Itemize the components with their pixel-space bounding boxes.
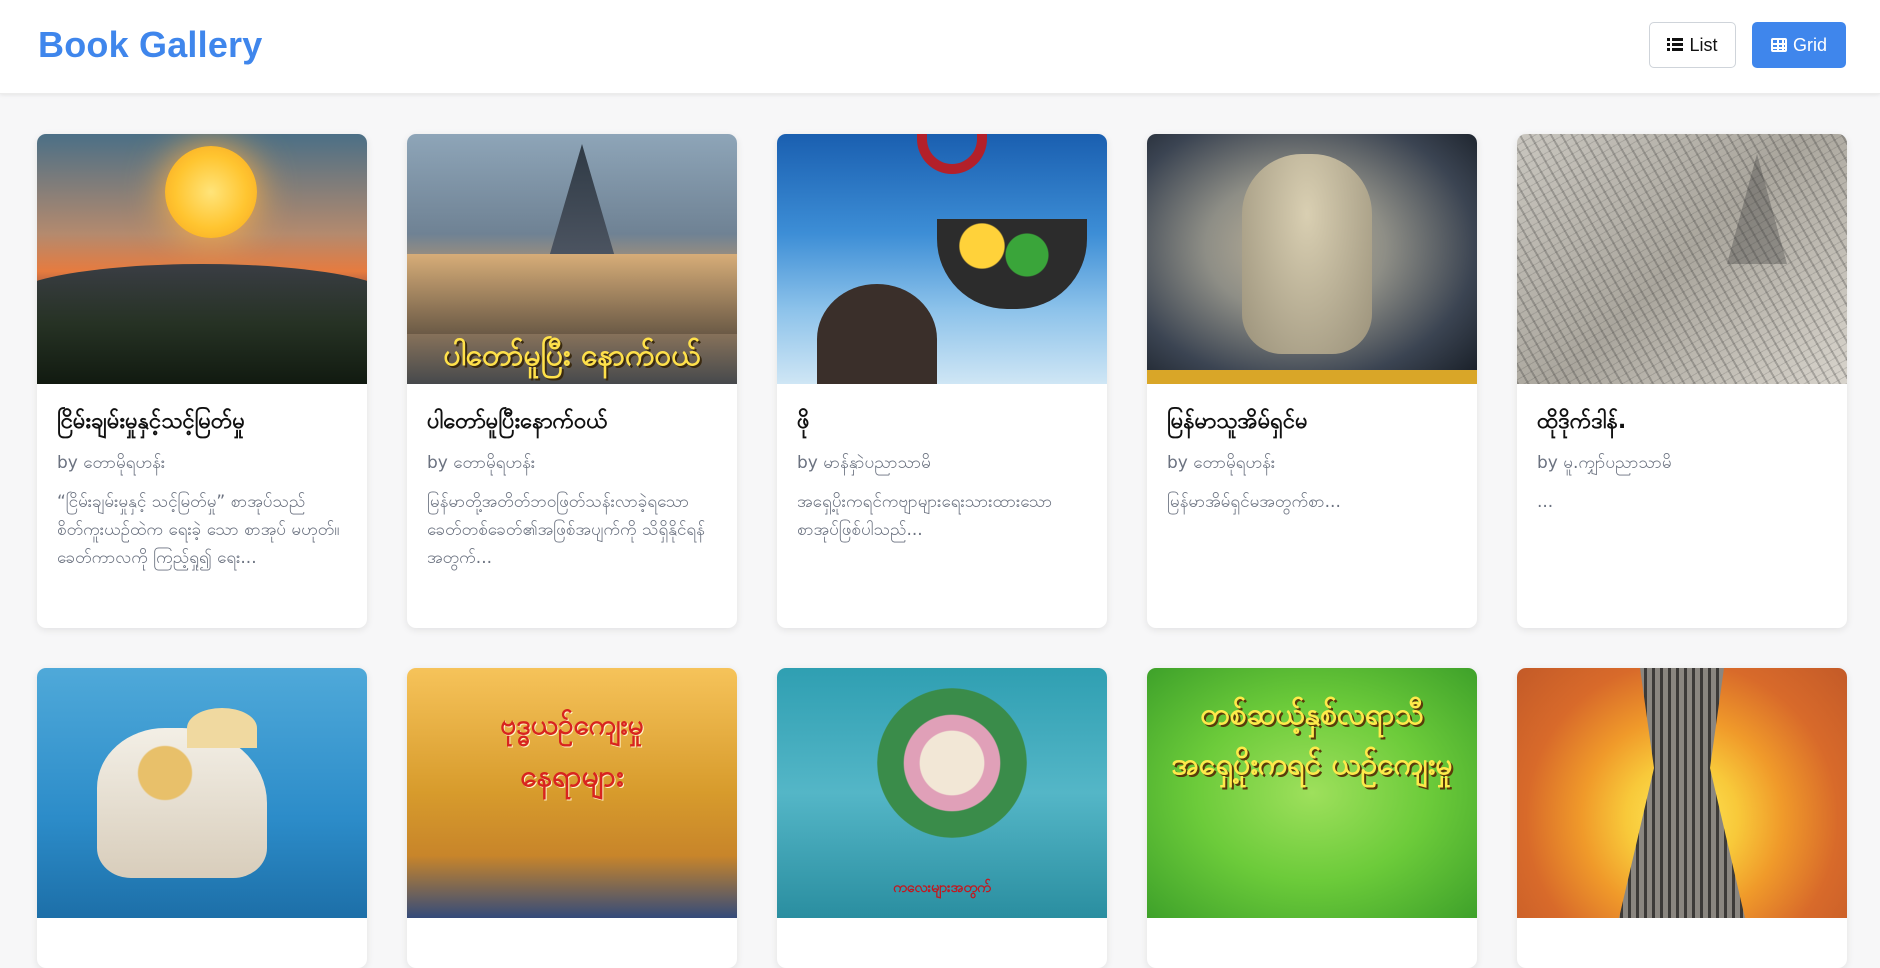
book-author: by တောမိုရဟန်း (427, 453, 536, 473)
book-cover[interactable] (1517, 134, 1847, 384)
book-cover[interactable] (1517, 668, 1847, 918)
sun-illustration (165, 146, 257, 238)
book-card[interactable]: ထိုဒိုက်ဒါန်. by မူ.ကျှာ်ပညာသာမိ ... (1517, 134, 1847, 628)
book-title[interactable]: မြန်မာသူအိမ်ရှင်မ (1167, 406, 1462, 439)
book-cover[interactable] (37, 134, 367, 384)
book-card[interactable] (37, 668, 367, 968)
book-card[interactable]: ဖို by မာန်နှာဲပညာသာမိ အရှေ့ပိုးကရင်ကဗျာ… (777, 134, 1107, 628)
book-cover[interactable] (777, 134, 1107, 384)
mother-child-illustration (1242, 154, 1372, 354)
book-cover[interactable] (1147, 134, 1477, 384)
book-description: ... (1537, 492, 1554, 512)
book-card[interactable]: ပါတော်မူပြီး နောက်ဝယ် ပါတော်မူပြီးနောက်ဝ… (407, 134, 737, 628)
book-card[interactable]: ဗုဒ္ဓယဉ်ကျေးမှု နေရာများ (407, 668, 737, 968)
book-card[interactable] (1517, 668, 1847, 968)
book-title[interactable]: ငြိမ်းချမ်းမှုနှင့်သင့်မြတ်မှု (57, 406, 352, 439)
book-author: by မာန်နှာဲပညာသာမိ (797, 453, 931, 473)
umbrella-illustration (187, 708, 257, 748)
horse-rider-illustration (97, 728, 267, 878)
book-author: by တောမိုရဟန်း (1167, 453, 1276, 473)
hill-illustration (37, 264, 367, 384)
cover-title-text: ဗုဒ္ဓယဉ်ကျေးမှု (500, 708, 644, 741)
book-description: မြန်မာတို့အတိတ်ဘဝဖြတ်သန်းလာခဲ့ရသောခေတ်တစ… (427, 492, 705, 568)
palace-illustration (547, 144, 617, 264)
book-cover[interactable]: ဗုဒ္ဓယဉ်ကျေးမှု နေရာများ (407, 668, 737, 918)
book-card[interactable]: ငြိမ်းချမ်းမှုနှင့်သင့်မြတ်မှု by တောမို… (37, 134, 367, 628)
wall-illustration (407, 254, 737, 334)
app-header: Book Gallery List Grid (0, 0, 1880, 94)
book-cover[interactable]: ပါတော်မူပြီး နောက်ဝယ် (407, 134, 737, 384)
sketch-illustration (1517, 134, 1847, 384)
book-card[interactable]: တစ်ဆယ့်နှစ်လရာသီ အရှေ့ပိုးကရင် ယဉ်ကျေးမှ… (1147, 668, 1477, 968)
book-title[interactable]: ပါတော်မူပြီးနောက်ဝယ် (427, 406, 722, 439)
person-illustration (817, 284, 937, 384)
list-view-label: List (1689, 34, 1718, 55)
cover-edge (1147, 370, 1477, 384)
list-view-button[interactable]: List (1649, 22, 1736, 68)
book-author: by မူ.ကျှာ်ပညာသာမိ (1537, 453, 1672, 473)
grid-view-label: Grid (1792, 34, 1827, 55)
book-title[interactable]: ဖို (797, 406, 1092, 439)
page-title: Book Gallery (38, 24, 263, 65)
book-card[interactable]: မြန်မာသူအိမ်ရှင်မ by တောမိုရဟန်း မြန်မာအ… (1147, 134, 1477, 628)
book-description: အရှေ့ပိုးကရင်ကဗျာများရေးသားထားသောစာအုပ်ဖ… (797, 492, 1053, 540)
book-card[interactable]: ကလေးများအတွက် (777, 668, 1107, 968)
cover-subtitle-text: နေရာများ (520, 759, 624, 794)
book-description: မြန်မာအိမ်ရှင်မအတွက်စာ... (1167, 492, 1341, 512)
cover-title-glyph (917, 134, 987, 174)
book-title[interactable]: ထိုဒိုက်ဒါန်. (1537, 406, 1832, 439)
cover-title-text: ပါတော်မူပြီး နောက်ဝယ် (443, 338, 701, 373)
cover-subtitle-text: အရှေ့ပိုးကရင် ယဉ်ကျေးမှု (1171, 747, 1453, 782)
elephant-ornament-illustration (877, 688, 1027, 838)
list-icon (1667, 38, 1684, 52)
basket-illustration (937, 219, 1087, 309)
cover-title-text: တစ်ဆယ့်နှစ်လရာသီ (1200, 697, 1424, 732)
book-cover[interactable] (37, 668, 367, 918)
grid-view-button[interactable]: Grid (1752, 22, 1846, 68)
treehouse-illustration (1619, 668, 1745, 918)
grid-icon (1770, 38, 1787, 52)
book-description: “ငြိမ်းချမ်းမှုနှင့် သင့်မြတ်မှု” စာအုပ်… (57, 492, 340, 568)
book-cover[interactable]: တစ်ဆယ့်နှစ်လရာသီ အရှေ့ပိုးကရင် ယဉ်ကျေးမှ… (1147, 668, 1477, 918)
book-author: by တောမိုရဟန်း (57, 453, 166, 473)
book-cover[interactable]: ကလေးများအတွက် (777, 668, 1107, 918)
cover-title-text: ကလေးများအတွက် (893, 880, 991, 896)
